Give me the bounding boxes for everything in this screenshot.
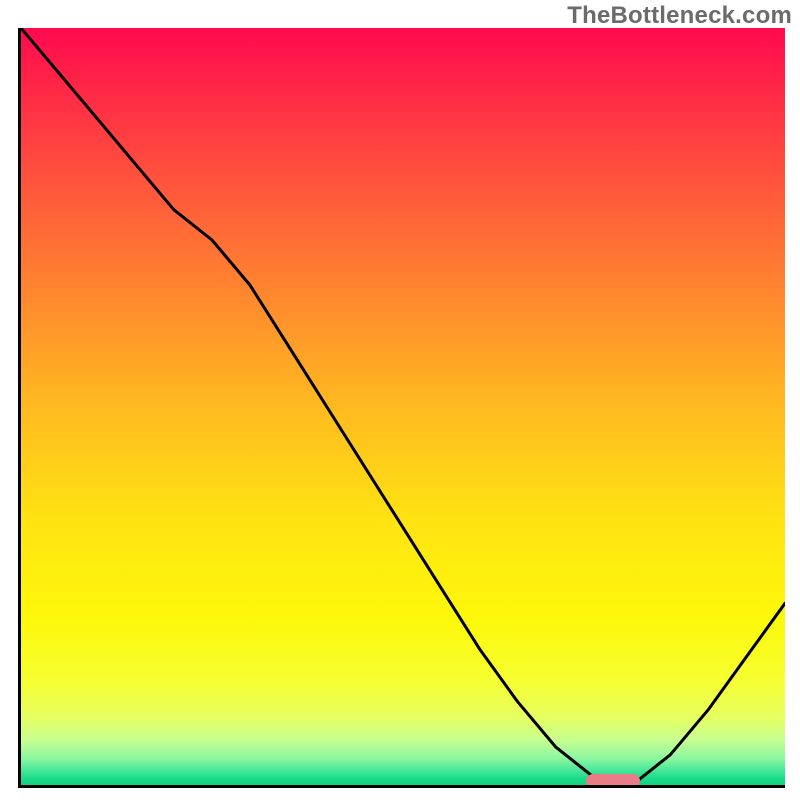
watermark-text: TheBottleneck.com	[567, 2, 792, 30]
optimal-range-marker	[586, 774, 639, 788]
chart-canvas: TheBottleneck.com	[0, 0, 800, 800]
plot-area	[18, 28, 785, 788]
curve-svg	[21, 28, 785, 785]
bottleneck-curve-path	[21, 28, 785, 785]
